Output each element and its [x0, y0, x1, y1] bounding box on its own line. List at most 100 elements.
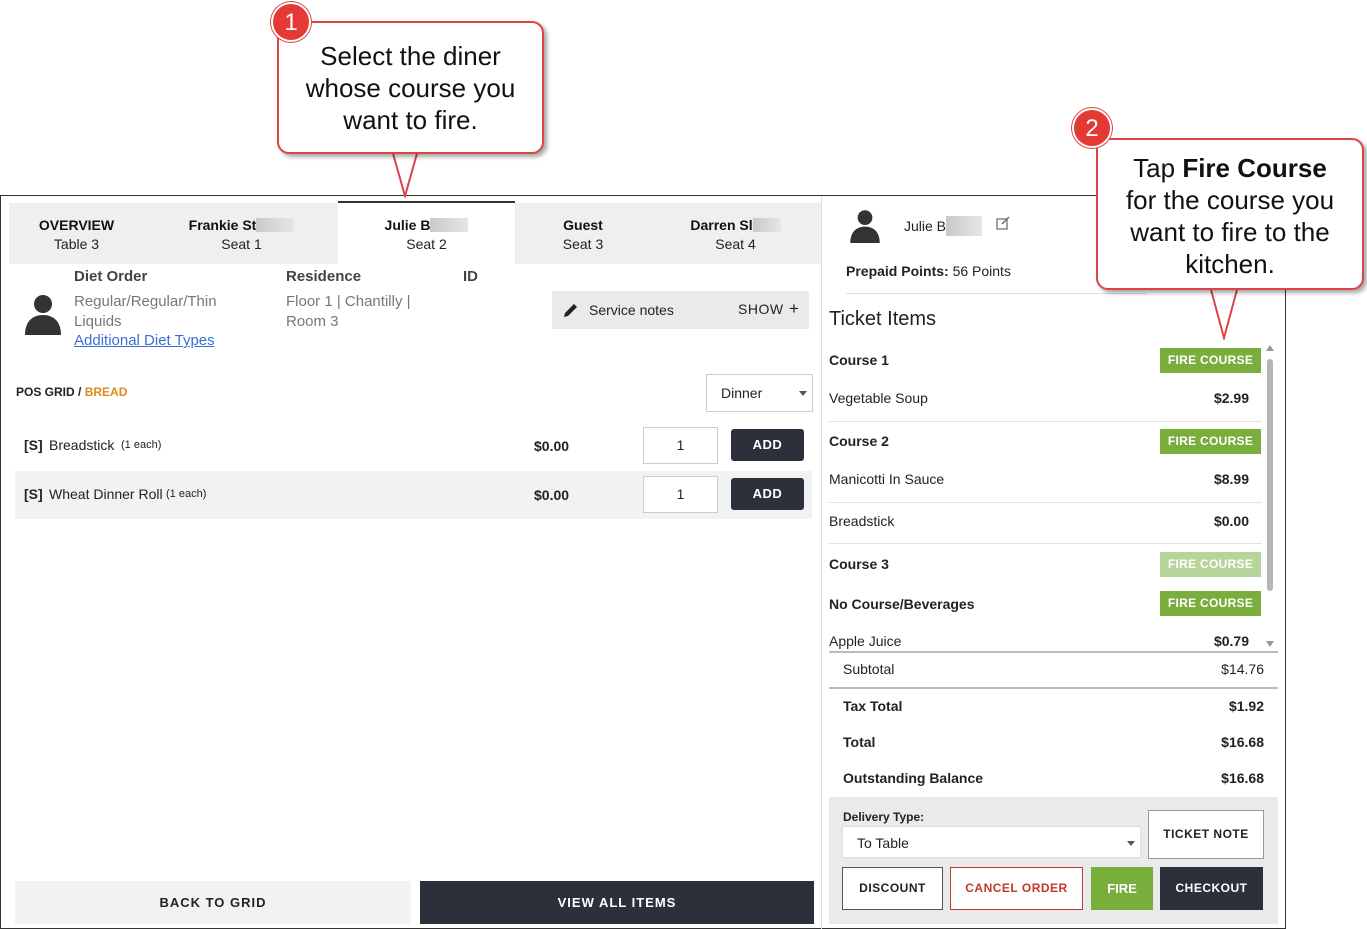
delivery-type-label: Delivery Type:	[843, 810, 925, 824]
scroll-down-icon[interactable]	[1266, 641, 1274, 647]
add-button[interactable]: ADD	[731, 478, 804, 510]
add-button[interactable]: ADD	[731, 429, 804, 461]
quantity-input[interactable]: 1	[643, 427, 718, 464]
course-label: Course 1	[829, 352, 889, 368]
tab-sub: Seat 4	[715, 236, 756, 252]
tab-seat-3[interactable]: Guest Seat 3	[519, 203, 647, 264]
meal-select-value: Dinner	[721, 385, 763, 401]
tab-overview[interactable]: OVERVIEW Table 3	[9, 203, 144, 264]
delivery-type-value: To Table	[857, 835, 909, 851]
residence-value: Floor 1 | Chantilly |	[286, 293, 411, 310]
ticket-item-price: $0.00	[1213, 513, 1249, 529]
name-redaction	[430, 218, 469, 232]
item-price: $0.00	[534, 438, 570, 454]
divider	[829, 687, 1278, 689]
fire-course-button[interactable]: FIRE COURSE	[1160, 429, 1261, 454]
balance-value: $16.68	[1221, 770, 1264, 786]
callout-2: Tap Fire Course for the course you want …	[1096, 138, 1364, 290]
residence-value-2: Room 3	[286, 313, 339, 330]
fire-button[interactable]: FIRE	[1091, 867, 1153, 910]
tab-seat-1[interactable]: Frankie St Seat 1	[149, 203, 334, 264]
pos-item-row: [S] Wheat Dinner Roll (1 each) $0.00 1 A…	[15, 471, 812, 519]
divider	[828, 502, 1262, 503]
item-tag: [S]	[24, 437, 43, 453]
tab-name: Darren Sl	[690, 217, 753, 233]
divider	[846, 293, 1146, 294]
divider	[828, 421, 1262, 422]
service-notes-bar[interactable]: Service notes SHOW +	[552, 291, 809, 329]
callout-1-line: want to fire.	[343, 105, 478, 135]
callout-2-text: Tap	[1133, 153, 1183, 183]
ticket-item-name: Manicotti In Sauce	[829, 471, 945, 487]
diet-order-value-2: Liquids	[74, 313, 122, 330]
ticket-item-price: $8.99	[1213, 471, 1249, 487]
fire-course-button-disabled[interactable]: FIRE COURSE	[1160, 552, 1261, 577]
course-label: Course 2	[829, 433, 889, 449]
divider	[829, 651, 1278, 653]
diner-avatar	[21, 291, 65, 335]
ticket-item-name: Breadstick	[829, 513, 895, 529]
callout-2-line: want to fire to the	[1130, 217, 1330, 247]
tab-name: Frankie St	[188, 217, 257, 233]
show-toggle[interactable]: SHOW	[738, 301, 784, 317]
delivery-type-select[interactable]: To Table	[842, 826, 1141, 858]
discount-button[interactable]: DISCOUNT	[842, 867, 943, 910]
meal-select[interactable]: Dinner	[706, 374, 813, 412]
breadcrumb-current: BREAD	[84, 385, 128, 399]
diet-order-value: Regular/Regular/Thin	[74, 293, 217, 310]
item-tag: [S]	[24, 486, 43, 502]
ticket-scrollbar[interactable]	[1266, 345, 1274, 650]
tab-sub: Seat 1	[221, 236, 262, 252]
residence-label: Residence	[286, 268, 362, 285]
ticket-diner-name: Julie B	[904, 216, 983, 236]
cancel-order-button[interactable]: CANCEL ORDER	[950, 867, 1083, 910]
edit-icon[interactable]	[996, 216, 1010, 235]
divider	[828, 543, 1262, 544]
service-notes-label: Service notes	[589, 302, 674, 318]
ticket-avatar	[845, 207, 885, 243]
total-value: $16.68	[1221, 734, 1264, 750]
item-unit: (1 each)	[166, 488, 207, 500]
tab-sub: Seat 3	[562, 236, 604, 252]
view-all-items-button[interactable]: VIEW ALL ITEMS	[420, 881, 814, 924]
tax-value: $1.92	[1228, 698, 1264, 714]
callout-2-line: for the course you	[1125, 185, 1335, 215]
tab-sub: Seat 2	[406, 236, 447, 252]
fire-course-button[interactable]: FIRE COURSE	[1160, 591, 1261, 616]
total-label: Total	[843, 734, 876, 750]
step-badge-2: 2	[1072, 108, 1112, 148]
ticket-note-button[interactable]: TICKET NOTE	[1148, 810, 1264, 859]
chevron-down-icon	[1127, 841, 1135, 846]
callout-1-line: Select the diner	[320, 41, 501, 71]
ticket-item-name: Vegetable Soup	[829, 390, 928, 406]
breadcrumb: POS GRID / BREAD	[16, 385, 127, 399]
callout-pointer-2	[1208, 286, 1240, 340]
scroll-up-icon[interactable]	[1266, 345, 1274, 351]
subtotal-label: Subtotal	[843, 661, 895, 677]
ticket-item-price: $0.79	[1213, 633, 1249, 649]
tab-seat-4[interactable]: Darren Sl Seat 4	[649, 203, 822, 264]
pencil-icon	[562, 301, 580, 322]
back-to-grid-button[interactable]: BACK TO GRID	[15, 881, 411, 924]
prepaid-label: Prepaid Points:	[846, 263, 949, 279]
quantity-input[interactable]: 1	[643, 476, 718, 513]
prepaid-value: 56 Points	[952, 263, 1011, 279]
checkout-button[interactable]: CHECKOUT	[1160, 867, 1263, 910]
ticket-items-title: Ticket Items	[829, 308, 937, 330]
item-name: Breadstick	[49, 437, 115, 453]
name-redaction	[752, 218, 781, 232]
fire-course-button[interactable]: FIRE COURSE	[1160, 348, 1261, 373]
id-label: ID	[463, 268, 478, 285]
item-price: $0.00	[534, 487, 570, 503]
balance-label: Outstanding Balance	[843, 770, 984, 786]
additional-diet-types-link[interactable]: Additional Diet Types	[74, 332, 215, 349]
callout-2-bold: Fire Course	[1182, 153, 1327, 183]
tab-seat-2[interactable]: Julie B Seat 2	[338, 201, 515, 264]
seat-tabs: OVERVIEW Table 3 Frankie St Seat 1 Julie…	[9, 201, 822, 264]
breadcrumb-root[interactable]: POS GRID /	[16, 385, 81, 399]
name-redaction	[256, 218, 295, 232]
course-label: Course 3	[829, 556, 889, 572]
scrollbar-thumb[interactable]	[1267, 359, 1273, 591]
name-redaction	[946, 216, 983, 236]
callout-pointer-1	[390, 150, 420, 198]
